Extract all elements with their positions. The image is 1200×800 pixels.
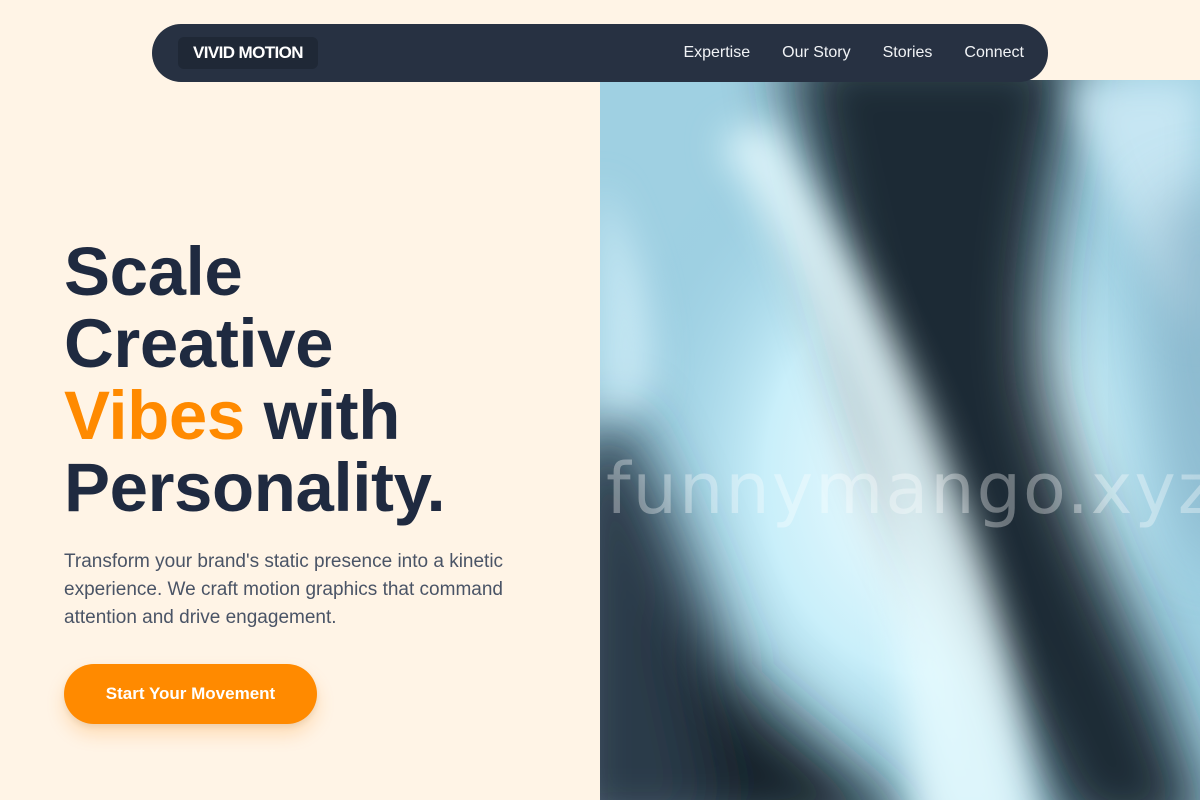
- abstract-light-graphic: [600, 80, 1200, 800]
- hero-description: Transform your brand's static presence i…: [64, 551, 504, 628]
- nav-link-our-story[interactable]: Our Story: [782, 44, 850, 62]
- headline-line-2: Creative: [64, 305, 334, 382]
- nav-link-expertise[interactable]: Expertise: [683, 44, 750, 62]
- headline-line-1: Scale: [64, 233, 243, 310]
- nav-link-connect[interactable]: Connect: [964, 44, 1024, 62]
- nav-links: Expertise Our Story Stories Connect: [683, 24, 1024, 82]
- headline-accent-word: Vibes: [64, 377, 245, 454]
- headline-line-4: Personality.: [64, 449, 446, 526]
- start-movement-button[interactable]: Start Your Movement: [64, 664, 317, 724]
- hero-headline: Scale Creative Vibes with Personality.: [64, 236, 584, 524]
- nav-link-stories[interactable]: Stories: [883, 44, 933, 62]
- top-nav: VIVID MOTION Expertise Our Story Stories…: [152, 24, 1048, 82]
- brand-logo[interactable]: VIVID MOTION: [178, 37, 318, 69]
- headline-line-3-rest: with: [244, 377, 401, 454]
- hero-image: funnymango.xyz: [600, 80, 1200, 800]
